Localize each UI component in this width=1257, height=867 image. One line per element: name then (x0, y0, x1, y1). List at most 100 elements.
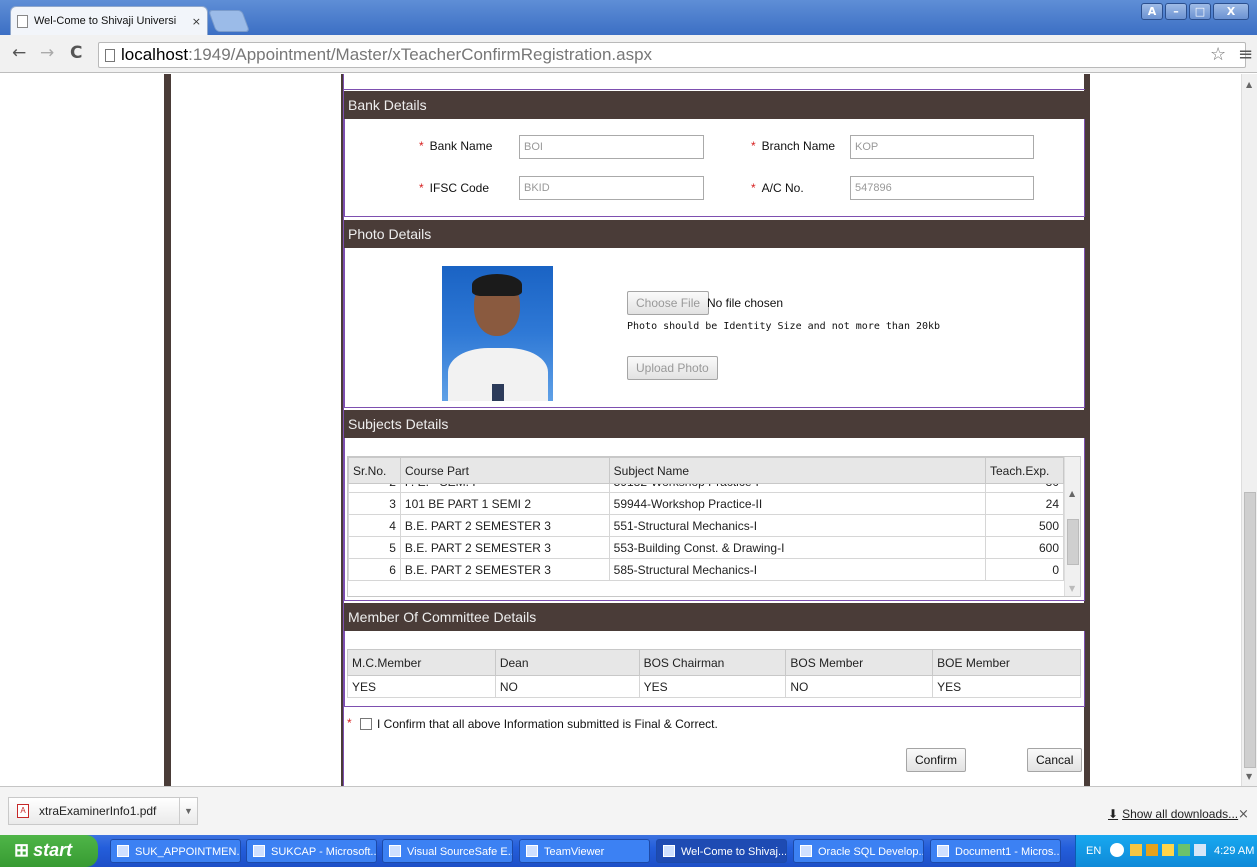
previous-section-end (344, 74, 1085, 90)
chrome-menu-icon[interactable]: ≡ (1238, 44, 1253, 65)
page-scroll-thumb[interactable] (1244, 492, 1256, 768)
confirm-checkbox[interactable] (360, 718, 372, 730)
maximize-button[interactable]: □ (1189, 3, 1211, 20)
subjects-details-header: Subjects Details (344, 410, 1085, 438)
download-arrow-icon: ⬇ (1108, 807, 1119, 821)
main-content: Bank Details * Bank Name BOI * Branch Name… (343, 74, 1085, 786)
committee-details-header: Member Of Committee Details (344, 603, 1085, 631)
windows-logo-icon: ⊞ (14, 840, 30, 860)
app-icon (800, 845, 812, 857)
download-filename: xtraExaminerInfo1.pdf (39, 804, 157, 818)
branch-name-field[interactable]: KOP (850, 135, 1034, 159)
photo-details-header: Photo Details (344, 220, 1085, 248)
photo-details-section: Choose File No file chosen Photo should … (344, 248, 1085, 408)
tab-close-icon[interactable]: × (192, 15, 201, 28)
user-icon[interactable]: A (1141, 3, 1163, 20)
taskbar-item[interactable]: Oracle SQL Develop... (793, 839, 924, 863)
scroll-down-icon[interactable]: ▼ (1069, 584, 1075, 593)
downloads-bar: A xtraExaminerInfo1.pdf ▼ ⬇ Show all down… (0, 786, 1257, 835)
col-dean: Dean (494, 649, 640, 676)
taskbar-item[interactable]: Visual SourceSafe E... (382, 839, 513, 863)
upload-photo-button[interactable]: Upload Photo (627, 356, 718, 380)
page-icon (105, 48, 115, 62)
taskbar-item[interactable]: TeamViewer (519, 839, 650, 863)
downloads-close-icon[interactable]: × (1238, 807, 1249, 822)
network-icon[interactable] (1194, 844, 1206, 856)
table-row: YES NO YES NO YES (347, 675, 1081, 698)
new-tab-button[interactable] (207, 10, 251, 32)
tray-app-icon[interactable] (1130, 844, 1142, 856)
confirm-text: I Confirm that all above Information sub… (377, 717, 718, 731)
language-indicator[interactable]: EN (1086, 845, 1101, 857)
bank-details-header: Bank Details (344, 91, 1085, 119)
windows-taskbar: ⊞ start SUK_APPOINTMEN... SUKCAP - Micros… (0, 835, 1257, 867)
taskbar-item[interactable]: SUK_APPOINTMEN... (110, 839, 241, 863)
url-host: localhost (121, 45, 189, 64)
page-scroll-down-icon[interactable]: ▼ (1246, 772, 1252, 781)
download-menu-chevron-icon[interactable]: ▼ (179, 798, 197, 824)
subjects-details-section: Sr.No. Course Part Subject Name Teach.Ex… (344, 438, 1085, 601)
page-favicon-icon (17, 14, 28, 28)
tray-app-icon[interactable] (1178, 844, 1190, 856)
browser-tab[interactable]: Wel-Come to Shivaji Universi × (10, 6, 208, 35)
minimize-button[interactable]: – (1165, 3, 1187, 20)
tray-app-icon[interactable] (1146, 844, 1158, 856)
branch-name-label: * Branch Name (751, 139, 836, 153)
col-srno: Sr.No. (348, 457, 401, 484)
profile-photo (442, 266, 553, 401)
tray-chevron-icon[interactable] (1110, 843, 1124, 857)
app-icon (117, 845, 129, 857)
scroll-up-icon[interactable]: ▲ (1069, 489, 1075, 498)
table-row[interactable]: 3 101 BE PART 1 SEMI 2 59944-Workshop Pr… (348, 492, 1064, 515)
table-row[interactable]: 5 B.E. PART 2 SEMESTER 3 553-Building Co… (348, 536, 1064, 559)
show-all-downloads-link[interactable]: ⬇ Show all downloads... (1108, 807, 1238, 821)
ifsc-field[interactable]: BKID (519, 176, 704, 200)
clock[interactable]: 4:29 AM (1214, 845, 1254, 857)
chrome-icon (663, 845, 675, 857)
page-scroll-up-icon[interactable]: ▲ (1246, 80, 1252, 89)
confirm-required-mark: * (347, 716, 352, 730)
col-boe-member: BOE Member (932, 649, 1081, 676)
bank-name-field[interactable]: BOI (519, 135, 704, 159)
subjects-table: Sr.No. Course Part Subject Name Teach.Ex… (348, 457, 1065, 484)
taskbar-item[interactable]: SUKCAP - Microsoft... (246, 839, 377, 863)
download-item[interactable]: A xtraExaminerInfo1.pdf ▼ (8, 797, 198, 825)
col-bos-chairman: BOS Chairman (638, 649, 787, 676)
page-scrollbar[interactable]: ▲ ▼ (1241, 74, 1257, 786)
back-icon[interactable]: ← (12, 43, 26, 63)
taskbar-item[interactable]: Document1 - Micros... (930, 839, 1061, 863)
subjects-grid-viewport[interactable]: Sr.No. Course Part Subject Name Teach.Ex… (347, 456, 1081, 597)
table-row[interactable]: 2 F. E. - SEM. I 59182-Workshop Practice… (348, 484, 1064, 493)
acno-label: * A/C No. (751, 181, 804, 195)
subjects-rows: 2 F. E. - SEM. I 59182-Workshop Practice… (348, 484, 1064, 581)
forward-icon[interactable]: → (40, 43, 54, 63)
choose-file-button[interactable]: Choose File (627, 291, 710, 315)
bookmark-star-icon[interactable]: ☆ (1210, 44, 1226, 65)
table-row[interactable]: 6 B.E. PART 2 SEMESTER 3 585-Structural … (348, 558, 1064, 581)
col-bos-member: BOS Member (785, 649, 934, 676)
ifsc-label: * IFSC Code (419, 181, 490, 195)
reload-icon[interactable]: C (70, 43, 82, 63)
taskbar-item-active[interactable]: Wel-Come to Shivaj... (656, 839, 787, 863)
no-file-label: No file chosen (707, 296, 784, 310)
browser-titlebar: Wel-Come to Shivaji Universi × A – □ X (0, 0, 1257, 35)
left-panel (171, 74, 341, 786)
subjects-scrollbar[interactable]: ▲ ▼ (1064, 457, 1080, 596)
app-icon (389, 845, 401, 857)
close-window-button[interactable]: X (1213, 3, 1249, 20)
address-bar[interactable]: localhost:1949/Appointment/Master/xTeach… (98, 42, 1246, 68)
app-icon (937, 845, 949, 857)
acno-field[interactable]: 547896 (850, 176, 1034, 200)
page-viewport: Bank Details * Bank Name BOI * Branch Name… (0, 74, 1257, 786)
col-course-part: Course Part (399, 457, 610, 484)
photo-hint: Photo should be Identity Size and not mo… (627, 321, 941, 332)
confirm-button[interactable]: Confirm (906, 748, 967, 772)
subjects-rows-viewport: 2 F. E. - SEM. I 59182-Workshop Practice… (348, 484, 1064, 596)
start-button[interactable]: ⊞ start (0, 835, 98, 867)
scroll-thumb[interactable] (1067, 519, 1079, 565)
bank-name-label: * Bank Name (419, 139, 493, 153)
col-mc-member: M.C.Member (347, 649, 496, 676)
cancel-button[interactable]: Cancal (1027, 748, 1083, 772)
table-row[interactable]: 4 B.E. PART 2 SEMESTER 3 551-Structural … (348, 514, 1064, 537)
tray-app-icon[interactable] (1162, 844, 1174, 856)
